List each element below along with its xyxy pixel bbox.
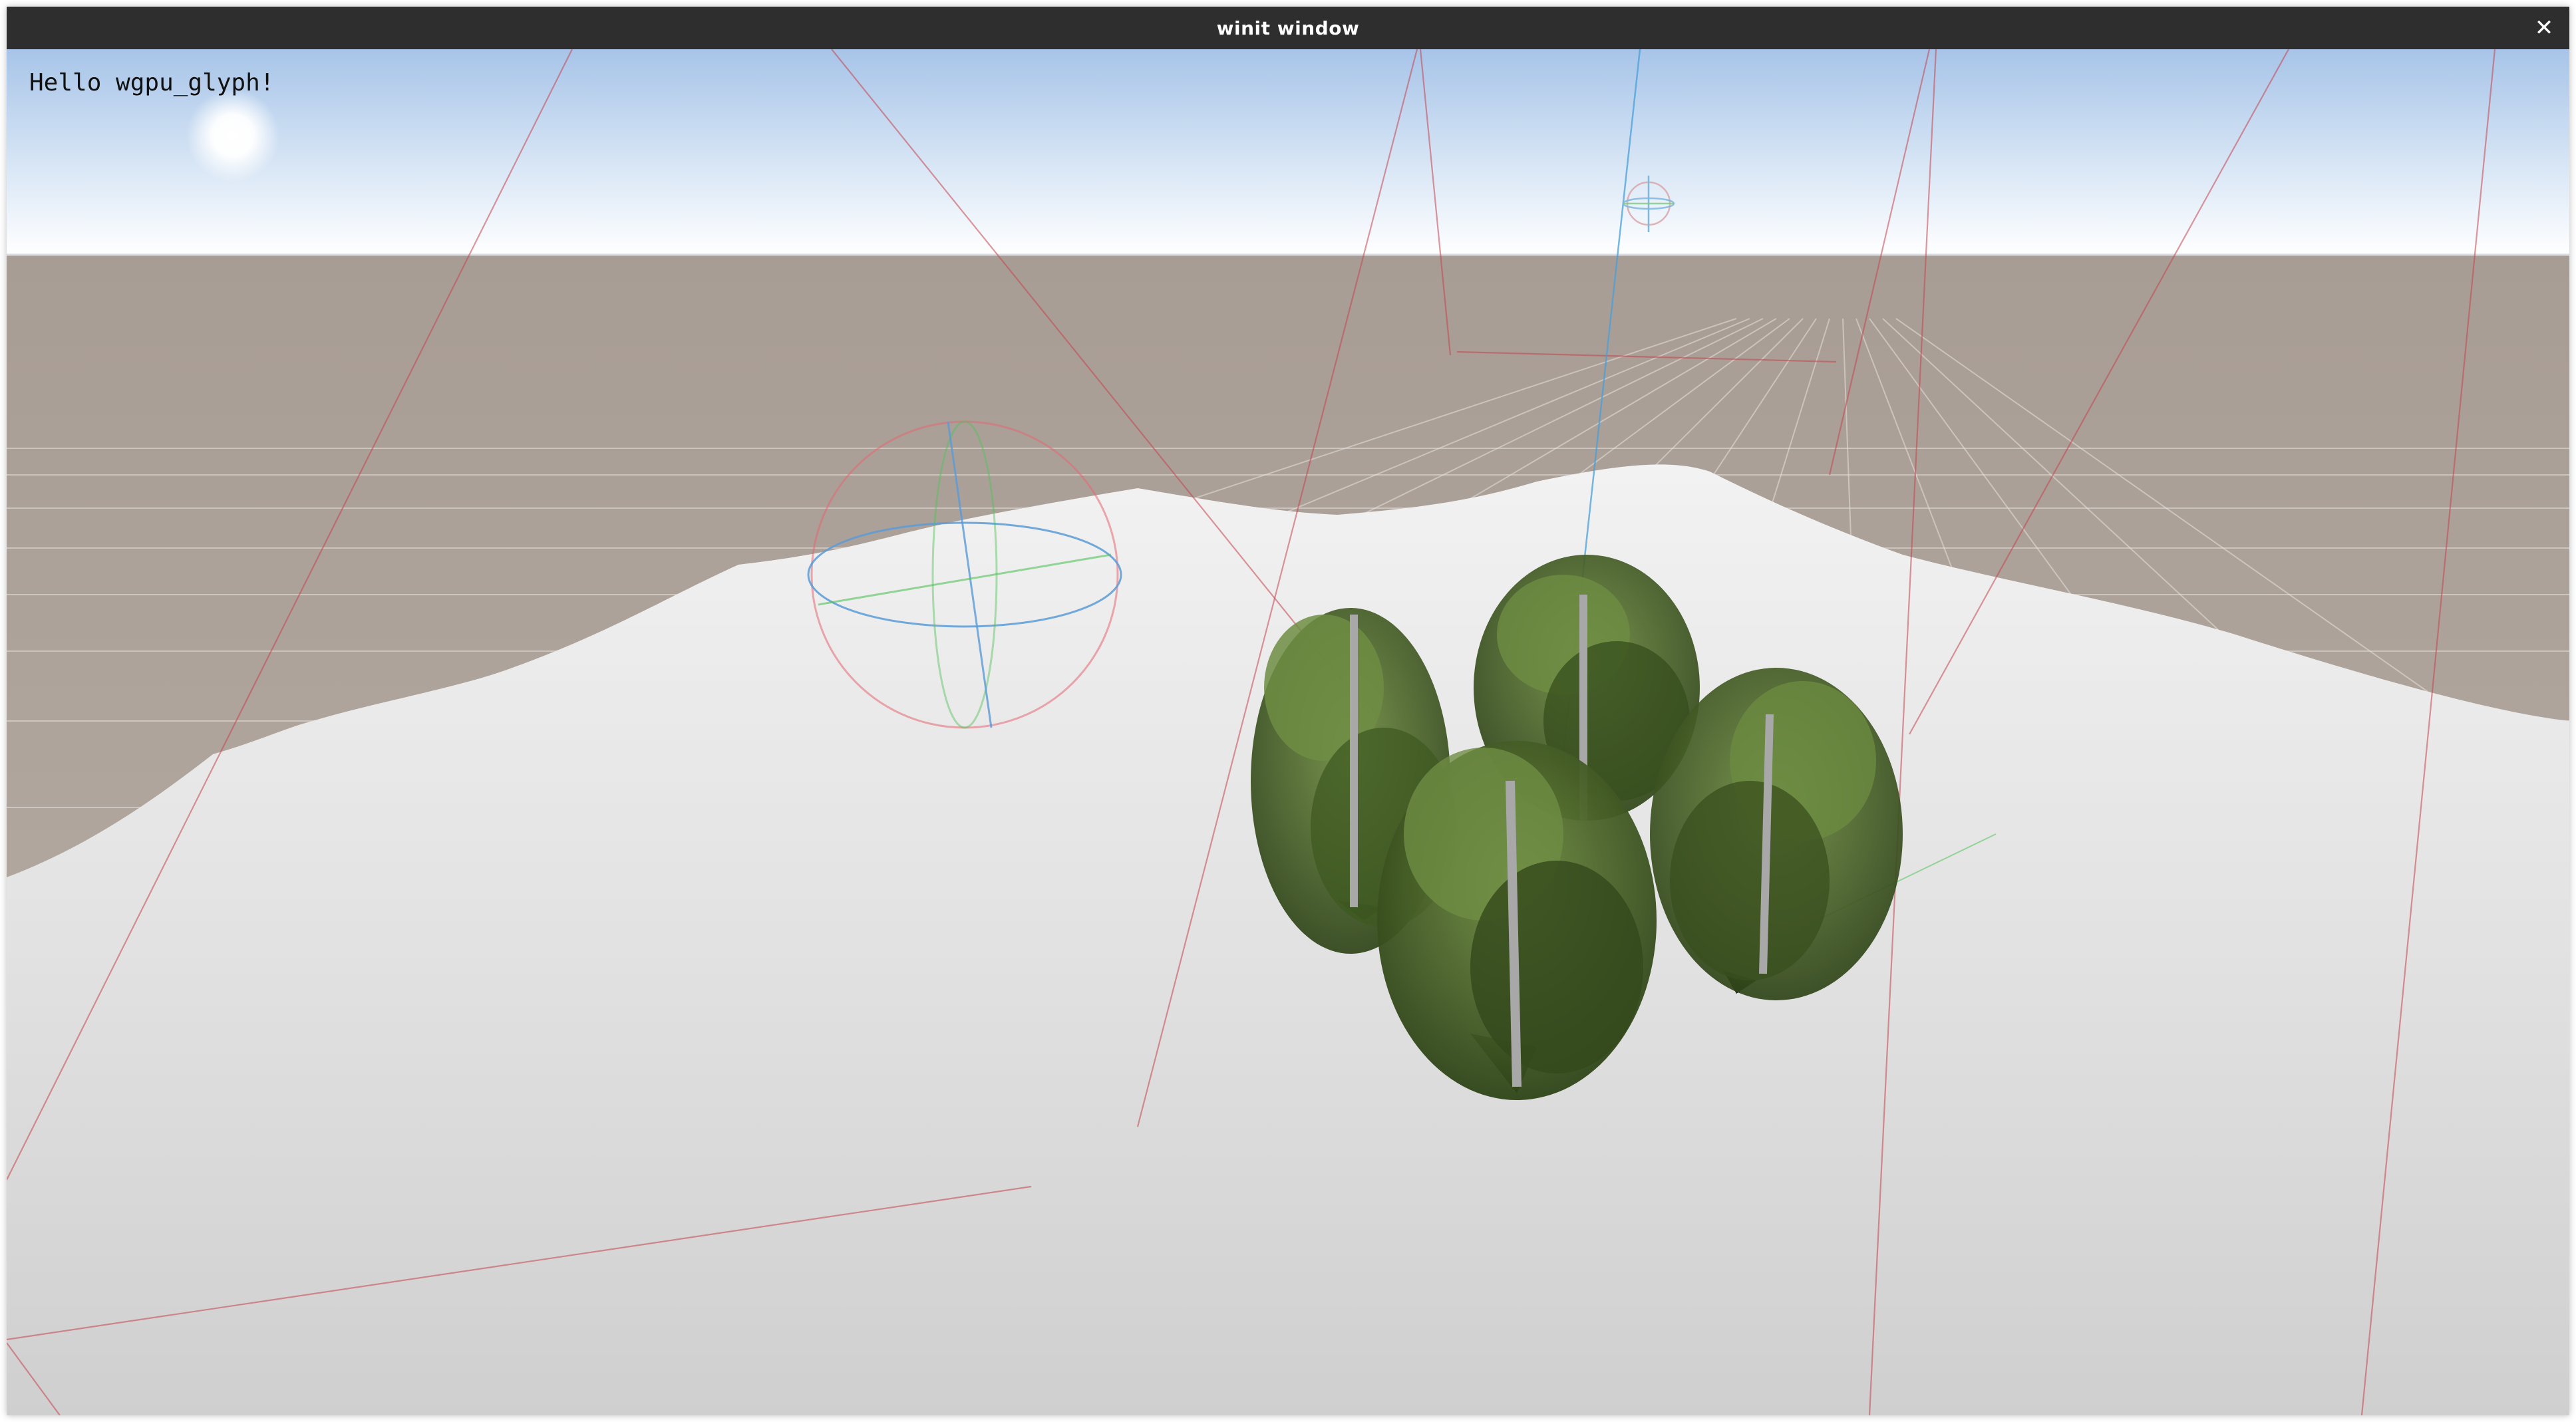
sun xyxy=(186,89,279,182)
tree xyxy=(1377,741,1657,1100)
title-bar[interactable]: winit window ✕ xyxy=(7,7,2569,49)
scene-canvas xyxy=(7,49,2569,1415)
close-button[interactable]: ✕ xyxy=(2531,15,2557,41)
app-window: winit window ✕ Hello wgpu_glyph! xyxy=(7,7,2569,1415)
close-icon: ✕ xyxy=(2534,15,2554,41)
render-viewport[interactable]: Hello wgpu_glyph! xyxy=(7,49,2569,1415)
tree xyxy=(1650,668,1903,1000)
window-title: winit window xyxy=(1216,17,1360,39)
overlay-text: Hello wgpu_glyph! xyxy=(29,69,275,96)
sky xyxy=(7,49,2569,255)
